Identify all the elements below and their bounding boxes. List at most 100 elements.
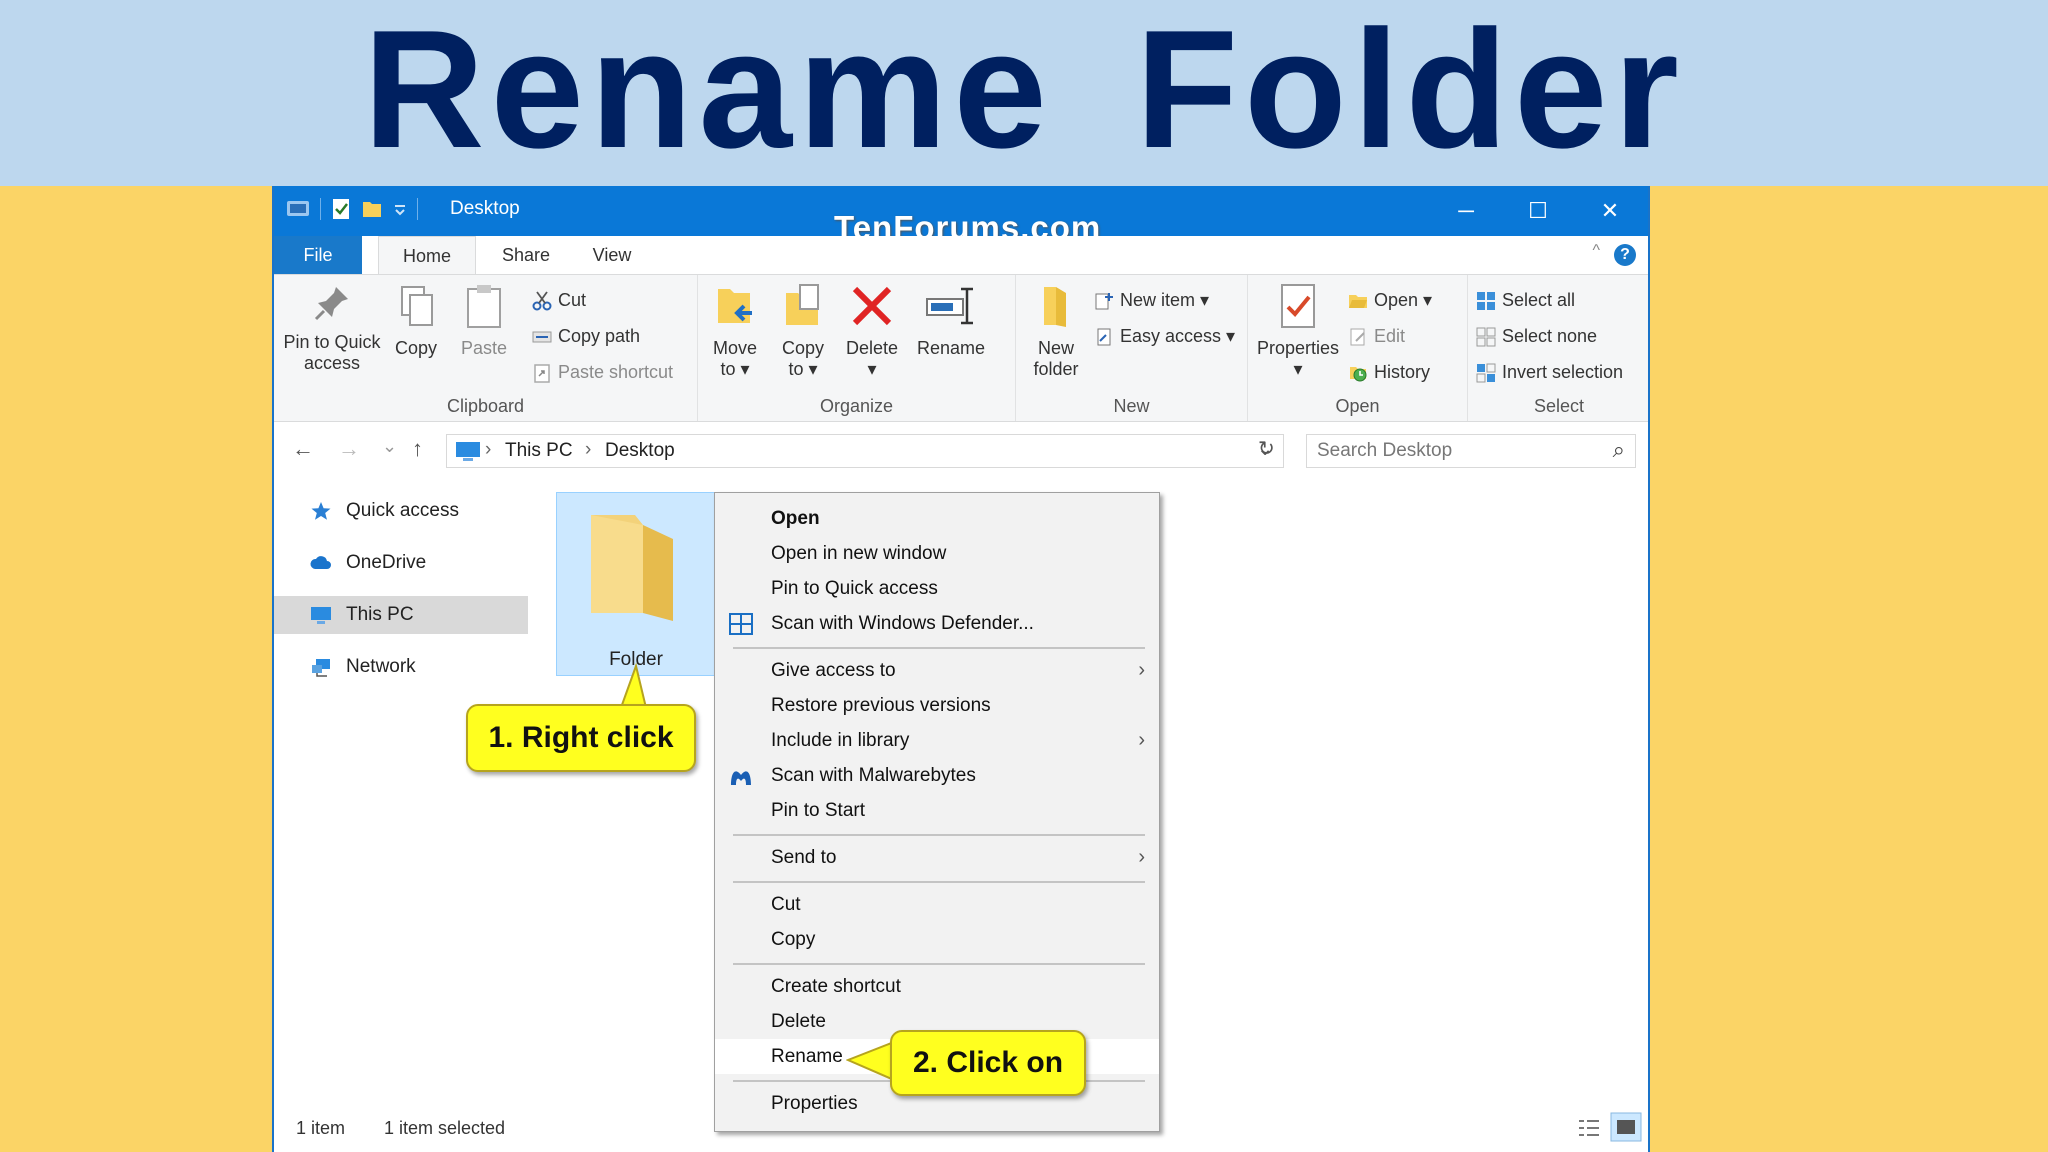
invert-selection-button[interactable]: Invert selection: [1476, 357, 1623, 387]
paste-shortcut-button[interactable]: Paste shortcut: [532, 357, 673, 387]
nav-quick-access[interactable]: Quick access: [274, 492, 528, 530]
item-count: 1 item: [296, 1118, 346, 1138]
new-folder-button[interactable]: New folder: [1022, 283, 1090, 380]
copy-button[interactable]: Copy: [386, 283, 446, 359]
help-icon[interactable]: ?: [1614, 244, 1636, 266]
new-item-label: New item ▾: [1120, 290, 1210, 310]
collapse-ribbon-icon[interactable]: ^: [1592, 242, 1600, 260]
select-none-icon: [1476, 327, 1496, 347]
rename-button[interactable]: Rename: [910, 283, 992, 359]
new-folder-icon[interactable]: [361, 198, 383, 220]
selected-count: 1 item selected: [384, 1118, 506, 1138]
folder-item[interactable]: Folder: [556, 492, 716, 676]
large-icons-view-icon[interactable]: [1610, 1112, 1642, 1142]
menu-item-give-access[interactable]: Give access to ›: [715, 653, 1159, 688]
breadcrumb-desktop[interactable]: Desktop: [605, 440, 675, 462]
banner-title: Rename Folder: [363, 0, 1685, 183]
pin-to-quick-access-button[interactable]: Pin to Quick access: [280, 283, 384, 374]
scissors-icon: [532, 291, 552, 311]
nav-label: OneDrive: [346, 552, 427, 573]
menu-separator: [733, 647, 1145, 649]
copy-to-label-line2: to ▾: [788, 359, 818, 379]
menu-item-copy[interactable]: Copy: [715, 922, 1159, 957]
paste-button[interactable]: Paste: [452, 283, 516, 359]
properties-icon[interactable]: [331, 198, 351, 220]
open-folder-icon: [1349, 295, 1367, 309]
nav-network[interactable]: Network: [274, 648, 528, 686]
back-button[interactable]: ←: [292, 436, 314, 462]
submenu-arrow-icon: ›: [1138, 729, 1145, 751]
recent-locations-button[interactable]: ⌄: [382, 436, 397, 457]
copy-to-button[interactable]: Copy to ▾: [772, 283, 834, 380]
select-none-button[interactable]: Select none: [1476, 321, 1597, 351]
nav-this-pc[interactable]: This PC: [274, 596, 528, 634]
menu-item-open[interactable]: Open: [715, 501, 1159, 536]
select-group-label: Select: [1533, 396, 1585, 416]
tab-home[interactable]: Home: [378, 236, 476, 274]
delete-button[interactable]: Delete ▾: [840, 283, 904, 380]
new-folder-label-line2: folder: [1033, 359, 1079, 379]
copy-path-button[interactable]: Copy path: [532, 321, 640, 351]
close-button[interactable]: ✕: [1574, 186, 1646, 236]
properties-button[interactable]: Properties ▾: [1254, 283, 1342, 380]
new-item-button[interactable]: New item ▾: [1094, 285, 1209, 315]
customize-toolbar-icon[interactable]: [393, 198, 407, 220]
pin-label-line1: Pin to Quick: [283, 332, 381, 352]
move-to-label-line2: to ▾: [720, 359, 750, 379]
new-group: New folder New item ▾ Easy access ▾ New: [1016, 275, 1248, 421]
up-button[interactable]: ↑: [412, 436, 423, 462]
menu-item-pin-start[interactable]: Pin to Start: [715, 793, 1159, 828]
tab-view[interactable]: View: [574, 236, 650, 274]
forward-button[interactable]: →: [338, 436, 360, 462]
move-to-button[interactable]: Move to ▾: [704, 283, 766, 380]
paste-label: Paste: [460, 338, 508, 358]
refresh-button[interactable]: ↻: [1258, 436, 1275, 461]
close-icon: ✕: [1600, 198, 1620, 223]
nav-onedrive[interactable]: OneDrive: [274, 544, 528, 582]
paste-shortcut-label: Paste shortcut: [558, 362, 674, 382]
pin-icon: [314, 287, 348, 321]
cut-button[interactable]: Cut: [532, 285, 586, 315]
invert-selection-icon: [1476, 363, 1496, 383]
tab-file[interactable]: File: [274, 236, 362, 274]
toolbar-separator: [320, 198, 321, 220]
search-box[interactable]: Search Desktop ⌕: [1306, 434, 1636, 468]
select-all-button[interactable]: Select all: [1476, 285, 1575, 315]
breadcrumb-separator: ›: [485, 439, 492, 460]
this-pc-icon: [456, 442, 480, 461]
folder-icon: [591, 515, 673, 621]
search-input[interactable]: Search Desktop: [1317, 440, 1452, 462]
menu-item-scan-malwarebytes[interactable]: Scan with Malwarebytes: [715, 758, 1159, 793]
delete-x-icon: [852, 286, 892, 326]
menu-item-restore-versions[interactable]: Restore previous versions: [715, 688, 1159, 723]
tab-share[interactable]: Share: [486, 236, 566, 274]
edit-button[interactable]: Edit: [1348, 321, 1405, 351]
menu-item-cut[interactable]: Cut: [715, 887, 1159, 922]
breadcrumb-this-pc[interactable]: This PC: [505, 440, 573, 462]
maximize-button[interactable]: ☐: [1502, 186, 1574, 236]
menu-item-create-shortcut[interactable]: Create shortcut: [715, 969, 1159, 1004]
nav-label: Quick access: [346, 500, 459, 521]
clipboard-icon: [467, 285, 501, 328]
copy-to-icon: [786, 284, 819, 325]
network-icon: [312, 659, 330, 677]
quick-access-toolbar: [286, 198, 418, 220]
properties-dropdown-icon: ▾: [1293, 359, 1303, 379]
history-button[interactable]: History: [1348, 357, 1430, 387]
menu-item-scan-defender[interactable]: Scan with Windows Defender...: [715, 606, 1159, 641]
copy-label: Copy: [394, 338, 438, 358]
address-bar-row: ← → ⌄ ↑ › This PC › Desktop ⌄ ↻ Search D…: [274, 422, 1648, 480]
open-button[interactable]: Open ▾: [1348, 285, 1432, 315]
title-bar: Desktop TenForums.com ─ ☐ ✕: [274, 186, 1648, 246]
menu-item-include-library[interactable]: Include in library ›: [715, 723, 1159, 758]
details-view-icon[interactable]: [1576, 1116, 1602, 1140]
select-all-icon: [1477, 292, 1495, 311]
menu-item-send-to[interactable]: Send to ›: [715, 840, 1159, 875]
easy-access-button[interactable]: Easy access ▾: [1094, 321, 1235, 351]
minimize-button[interactable]: ─: [1430, 186, 1502, 236]
properties-label: Properties: [1256, 338, 1340, 358]
menu-item-pin-quick-access[interactable]: Pin to Quick access: [715, 571, 1159, 606]
menu-item-open-new-window[interactable]: Open in new window: [715, 536, 1159, 571]
explorer-icon: [287, 201, 309, 216]
address-bar[interactable]: › This PC › Desktop ⌄: [446, 434, 1284, 468]
